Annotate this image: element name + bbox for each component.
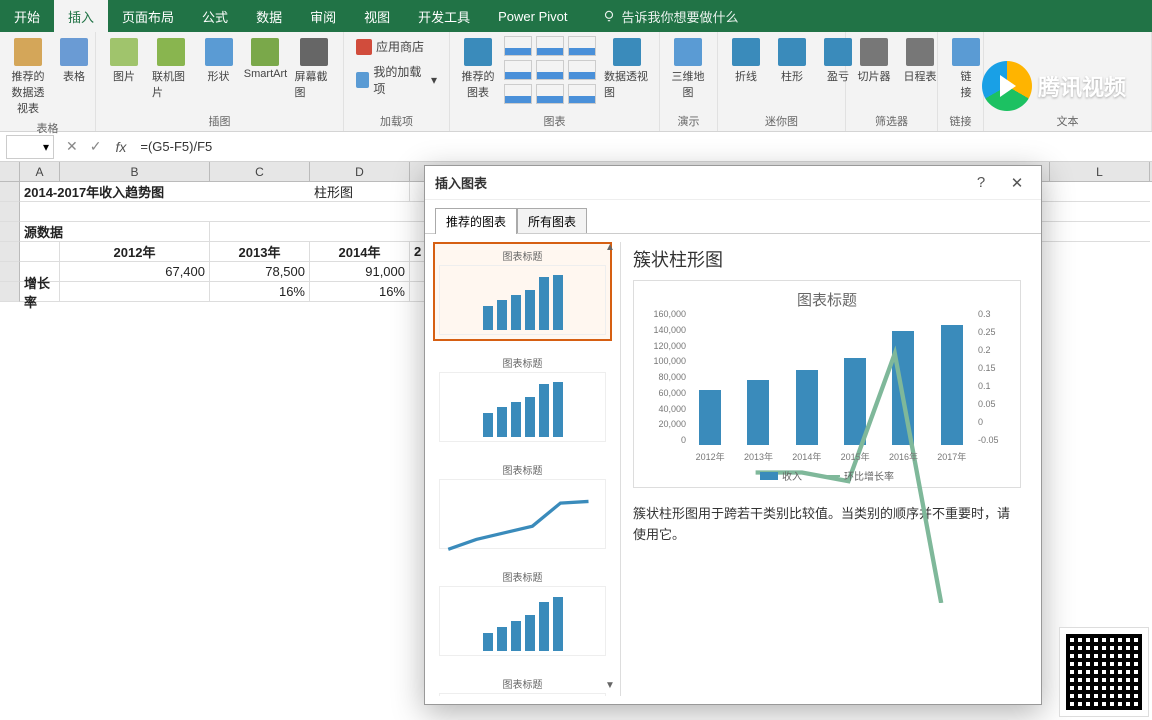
shapes-button[interactable]: 形状 <box>199 36 239 86</box>
tab-data[interactable]: 数据 <box>242 0 296 32</box>
table-button[interactable]: 表格 <box>54 36 94 86</box>
tab-view[interactable]: 视图 <box>350 0 404 32</box>
dialog-titlebar: 插入图表 ? ✕ <box>425 166 1041 200</box>
y-axis-left: 160,000140,000120,000100,00080,00060,000… <box>642 309 686 445</box>
ribbon: 推荐的 数据透视表 表格 表格 图片 联机图片 形状 SmartArt 屏幕截图… <box>0 32 1152 132</box>
legend-swatch-bar <box>760 472 778 480</box>
cell-value[interactable]: 78,500 <box>210 262 310 282</box>
chart-thumbnails: ▲ 图表标题 图表标题 图表标题 图表标题 图表标题 ▼ <box>433 242 621 696</box>
hyperlink-button[interactable]: 链 接 <box>946 36 986 102</box>
chart-type-grid[interactable] <box>504 36 596 104</box>
cell-growth[interactable] <box>60 282 210 302</box>
group-addins-label: 加载项 <box>352 111 441 129</box>
tab-powerpivot[interactable]: Power Pivot <box>484 0 581 32</box>
title-bar: 开始 插入 页面布局 公式 数据 审阅 视图 开发工具 Power Pivot … <box>0 0 1152 32</box>
cell-year[interactable]: 2012年 <box>60 242 210 262</box>
cancel-formula-button[interactable]: ✕ <box>60 138 84 155</box>
group-filters-label: 筛选器 <box>854 111 929 129</box>
tab-formulas[interactable]: 公式 <box>188 0 242 32</box>
name-box[interactable]: ▾ <box>6 135 54 159</box>
bulb-icon <box>602 9 616 23</box>
cell-growth-label[interactable]: 增长率 <box>20 282 60 302</box>
tab-layout[interactable]: 页面布局 <box>108 0 188 32</box>
menu-tabs: 开始 插入 页面布局 公式 数据 审阅 视图 开发工具 Power Pivot <box>0 0 582 32</box>
sparkline-line-button[interactable]: 折线 <box>726 36 766 86</box>
accept-formula-button[interactable]: ✓ <box>84 138 108 155</box>
cell[interactable] <box>20 242 60 262</box>
help-button[interactable]: ? <box>967 169 995 197</box>
app-store-button[interactable]: 应用商店 <box>352 36 428 57</box>
tab-dev[interactable]: 开发工具 <box>404 0 484 32</box>
tell-me-search[interactable]: 告诉我你想要做什么 <box>602 7 739 26</box>
qr-code <box>1060 628 1148 716</box>
tab-insert[interactable]: 插入 <box>54 0 108 32</box>
chart-thumb-combo[interactable]: 图表标题 <box>433 242 612 341</box>
smartart-button[interactable]: SmartArt <box>245 36 287 82</box>
timeline-button[interactable]: 日程表 <box>900 36 940 86</box>
picture-button[interactable]: 图片 <box>104 36 144 86</box>
chart-thumb-bar2[interactable]: 图表标题 <box>433 563 612 662</box>
group-sparklines-label: 迷你图 <box>726 111 837 129</box>
scroll-up-icon[interactable]: ▲ <box>602 242 618 258</box>
group-text-label: 文本 <box>992 111 1143 129</box>
chart-thumb-line[interactable]: 图表标题 <box>433 456 612 555</box>
tell-me-label: 告诉我你想要做什么 <box>622 7 739 26</box>
chart-title: 图表标题 <box>642 289 1012 310</box>
cell-growth[interactable]: 16% <box>210 282 310 302</box>
thumb-title: 图表标题 <box>439 676 606 691</box>
pivot-table-button[interactable]: 推荐的 数据透视表 <box>8 36 48 118</box>
slicer-button[interactable]: 切片器 <box>854 36 894 86</box>
group-illustrations-label: 插图 <box>104 111 335 129</box>
preview-heading: 簇状柱形图 <box>633 246 1021 272</box>
group-links-label: 链接 <box>946 111 975 129</box>
chart-preview: 簇状柱形图 图表标题 160,000140,000120,000100,0008… <box>621 242 1033 696</box>
formula-input[interactable]: =(G5-F5)/F5 <box>134 139 1152 154</box>
cell-value[interactable]: 67,400 <box>60 262 210 282</box>
tab-recommended-charts[interactable]: 推荐的图表 <box>435 208 517 234</box>
legend-swatch-line <box>822 475 840 477</box>
col-header[interactable]: L <box>1050 162 1150 181</box>
col-header[interactable]: C <box>210 162 310 181</box>
preview-chart-area[interactable]: 图表标题 160,000140,000120,000100,00080,0006… <box>633 280 1021 488</box>
select-all-corner[interactable] <box>0 162 20 181</box>
thumb-title: 图表标题 <box>439 569 606 584</box>
col-header[interactable]: A <box>20 162 60 181</box>
3d-map-button[interactable]: 三维地 图 <box>668 36 708 102</box>
cell-source-label[interactable]: 源数据 <box>20 222 210 242</box>
insert-chart-dialog: 插入图表 ? ✕ 推荐的图表 所有图表 ▲ 图表标题 图表标题 图表标题 图表 <box>424 165 1042 705</box>
x-axis: 2012年2013年2014年2015年2016年2017年 <box>686 450 976 463</box>
thumb-title: 图表标题 <box>439 248 606 263</box>
online-picture-button[interactable]: 联机图片 <box>150 36 193 102</box>
col-header[interactable]: D <box>310 162 410 181</box>
screenshot-button[interactable]: 屏幕截图 <box>292 36 335 102</box>
cell-value[interactable]: 91,000 <box>310 262 410 282</box>
dialog-title: 插入图表 <box>435 173 487 192</box>
thumb-title: 图表标题 <box>439 355 606 370</box>
close-button[interactable]: ✕ <box>1003 169 1031 197</box>
group-tables-label: 表格 <box>8 118 87 136</box>
cell[interactable]: 柱形图 <box>310 182 410 202</box>
y-axis-right: 0.30.250.20.150.10.050-0.05 <box>978 309 1012 445</box>
group-tours-label: 演示 <box>668 111 709 129</box>
chart-thumb-area[interactable]: 图表标题 <box>433 670 612 696</box>
group-charts-label: 图表 <box>458 111 651 129</box>
my-addins-button[interactable]: 我的加载项 ▾ <box>352 61 441 99</box>
pivot-chart-button[interactable]: 数据透视图 <box>602 36 651 102</box>
sparkline-column-button[interactable]: 柱形 <box>772 36 812 86</box>
recommended-charts-button[interactable]: 推荐的 图表 <box>458 36 498 102</box>
thumb-title: 图表标题 <box>439 462 606 477</box>
cell-year[interactable]: 2013年 <box>210 242 310 262</box>
tab-review[interactable]: 审阅 <box>296 0 350 32</box>
tab-start[interactable]: 开始 <box>0 0 54 32</box>
cell-growth[interactable]: 16% <box>310 282 410 302</box>
chart-legend: 收入 环比增长率 <box>634 468 1020 483</box>
tab-all-charts[interactable]: 所有图表 <box>517 208 587 234</box>
scroll-down-icon[interactable]: ▼ <box>602 680 618 696</box>
chart-thumb-bar[interactable]: 图表标题 <box>433 349 612 448</box>
cell-title[interactable]: 2014-2017年收入趋势图 <box>20 182 310 202</box>
col-header[interactable]: B <box>60 162 210 181</box>
formula-bar: ▾ ✕ ✓ fx =(G5-F5)/F5 <box>0 132 1152 162</box>
cell-year[interactable]: 2014年 <box>310 242 410 262</box>
fx-icon[interactable]: fx <box>107 139 134 155</box>
